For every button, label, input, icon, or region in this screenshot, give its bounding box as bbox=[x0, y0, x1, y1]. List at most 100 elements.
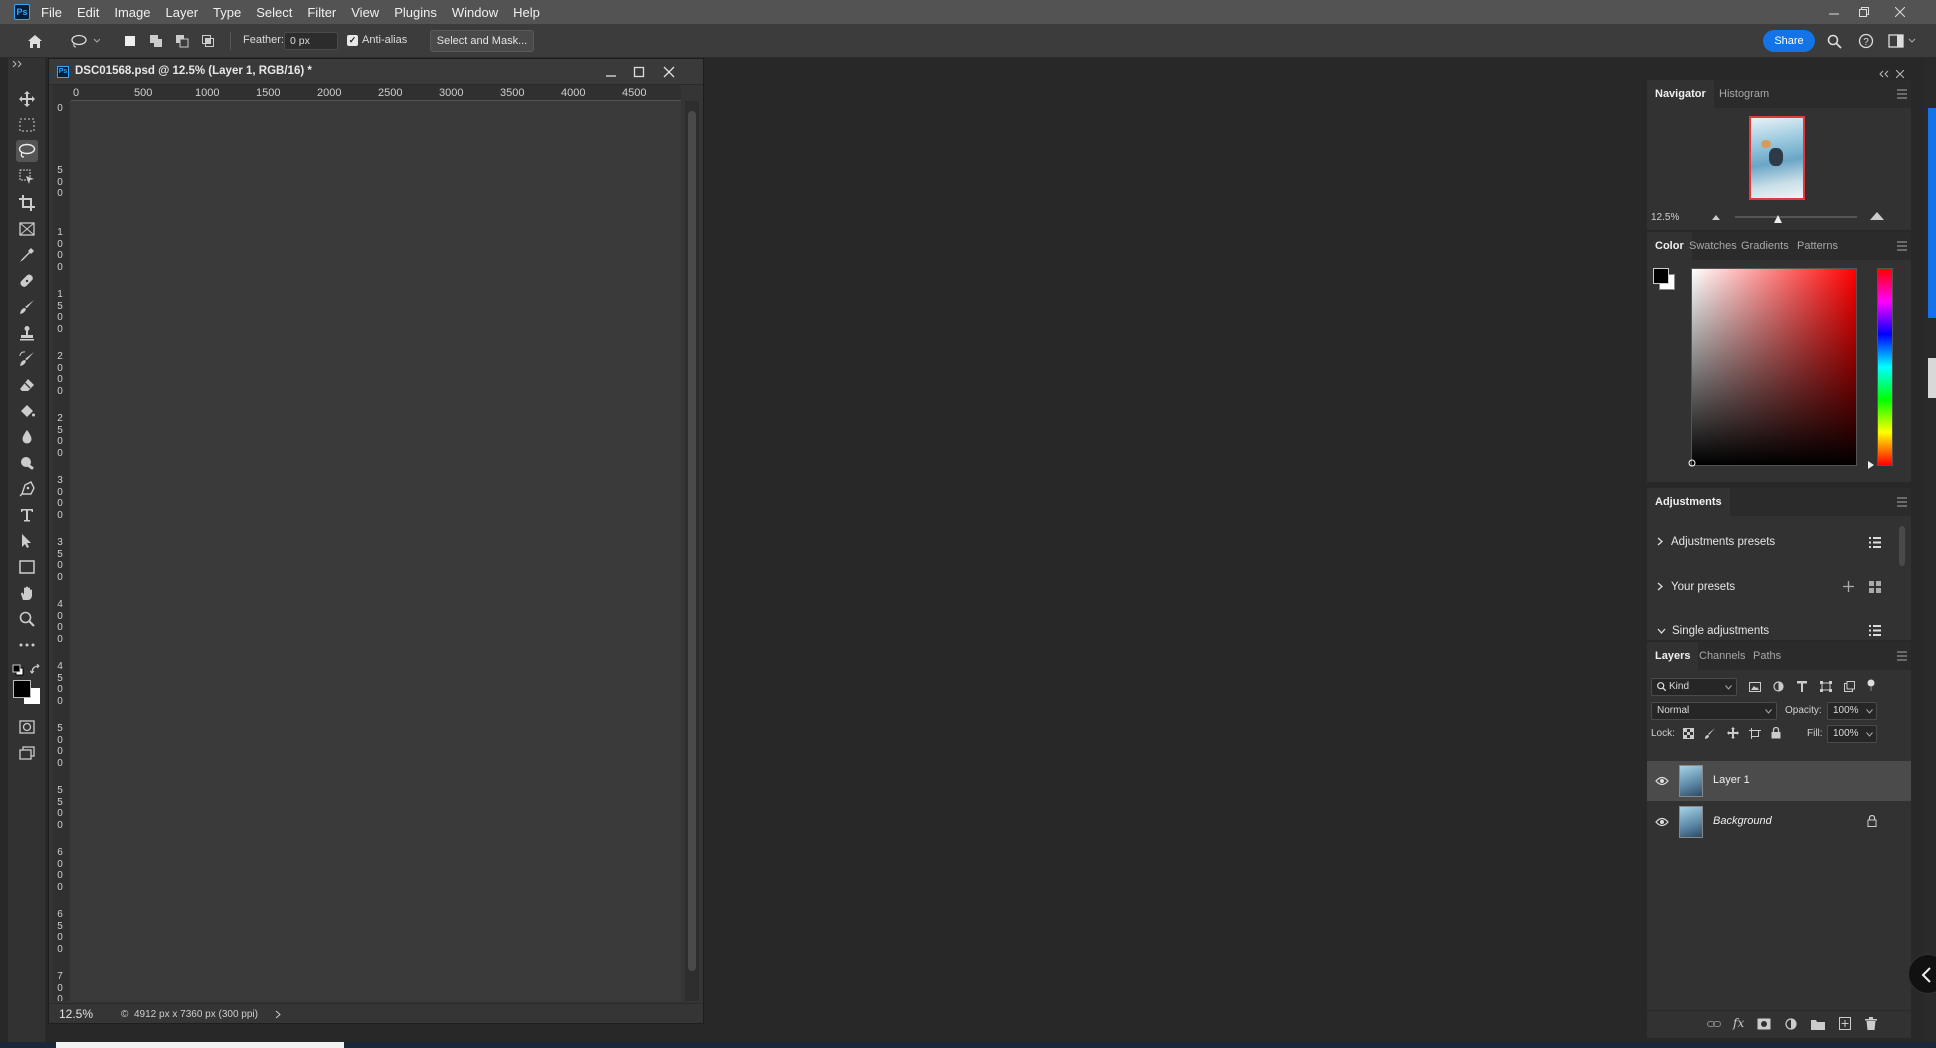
saturation-brightness-field[interactable] bbox=[1688, 268, 1857, 467]
swap-colors-icon[interactable] bbox=[30, 664, 42, 676]
workspace-button[interactable] bbox=[1887, 32, 1917, 50]
doc-minimize-icon[interactable] bbox=[605, 68, 617, 78]
select-and-mask-button[interactable]: Select and Mask... bbox=[430, 30, 534, 52]
move-tool[interactable] bbox=[16, 88, 38, 110]
layer-name[interactable]: Layer 1 bbox=[1713, 774, 1750, 786]
layer-filter-dropdown[interactable]: Kind bbox=[1651, 678, 1737, 696]
link-layers-icon[interactable] bbox=[1707, 1020, 1721, 1028]
your-presets-row[interactable]: Your presets bbox=[1657, 581, 1735, 593]
lock-image-pixels-icon[interactable] bbox=[1705, 728, 1716, 739]
screen-mode-button[interactable] bbox=[16, 742, 38, 764]
new-adjustment-layer-icon[interactable] bbox=[1785, 1018, 1797, 1030]
marquee-tool[interactable] bbox=[16, 114, 38, 136]
close-panels-icon[interactable] bbox=[1896, 70, 1904, 78]
foreground-color-swatch[interactable] bbox=[13, 680, 31, 698]
type-tool[interactable] bbox=[16, 504, 38, 526]
tab-gradients[interactable]: Gradients bbox=[1733, 232, 1797, 260]
hue-slider[interactable] bbox=[1877, 268, 1893, 466]
object-selection-tool[interactable] bbox=[16, 166, 38, 188]
grid-view-icon[interactable] bbox=[1869, 581, 1881, 593]
menu-filter[interactable]: Filter bbox=[304, 5, 339, 20]
default-colors-icon[interactable] bbox=[12, 664, 24, 676]
crop-tool[interactable] bbox=[16, 192, 38, 214]
pen-tool[interactable] bbox=[16, 478, 38, 500]
quick-mask-button[interactable] bbox=[16, 716, 38, 738]
tab-navigator[interactable]: Navigator bbox=[1647, 80, 1714, 108]
eyedropper-tool[interactable] bbox=[16, 244, 38, 266]
shape-filter-icon[interactable] bbox=[1820, 681, 1832, 692]
share-button[interactable]: Share bbox=[1763, 30, 1815, 52]
zoom-out-icon[interactable] bbox=[1711, 213, 1721, 221]
navigator-preview-image[interactable] bbox=[1749, 116, 1805, 200]
hand-tool[interactable] bbox=[16, 582, 38, 604]
home-button[interactable] bbox=[26, 32, 44, 50]
collapse-arrows-icon[interactable] bbox=[12, 60, 24, 68]
color-foreground-swatch[interactable] bbox=[1653, 268, 1669, 284]
tab-patterns[interactable]: Patterns bbox=[1789, 232, 1846, 260]
scroll-thumb[interactable] bbox=[688, 111, 696, 971]
lock-all-icon[interactable] bbox=[1771, 727, 1781, 739]
zoom-tool[interactable] bbox=[16, 608, 38, 630]
hue-slider-handle[interactable] bbox=[1867, 460, 1875, 470]
frame-tool[interactable] bbox=[16, 218, 38, 240]
feather-input[interactable]: 0 px bbox=[284, 32, 338, 50]
menu-layer[interactable]: Layer bbox=[163, 5, 202, 20]
help-button[interactable]: ? bbox=[1857, 32, 1875, 50]
search-button[interactable] bbox=[1825, 32, 1843, 50]
delete-layer-icon[interactable] bbox=[1865, 1017, 1877, 1030]
list-view-icon[interactable] bbox=[1869, 537, 1881, 548]
healing-brush-tool[interactable] bbox=[16, 270, 38, 292]
opacity-input[interactable]: 100% bbox=[1827, 702, 1877, 720]
intersect-selection-button[interactable] bbox=[199, 32, 217, 50]
panel-menu-icon[interactable] bbox=[1897, 241, 1907, 251]
menu-edit[interactable]: Edit bbox=[74, 5, 102, 20]
zoom-slider-track[interactable] bbox=[1735, 216, 1857, 218]
layer-effects-icon[interactable]: fx bbox=[1733, 1016, 1744, 1030]
paint-bucket-tool[interactable] bbox=[16, 400, 38, 422]
fill-input[interactable]: 100% bbox=[1827, 725, 1877, 743]
add-preset-icon[interactable] bbox=[1843, 581, 1854, 592]
type-filter-icon[interactable] bbox=[1797, 681, 1807, 692]
layer-row-background[interactable]: Background bbox=[1647, 802, 1911, 842]
vertical-ruler[interactable]: 0 500 1000 1500 2000 2500 3000 3500 4000 4500 5000… bbox=[53, 101, 69, 1001]
taskbar-search-box[interactable] bbox=[56, 1042, 344, 1048]
clone-stamp-tool[interactable] bbox=[16, 322, 38, 344]
lasso-tool[interactable] bbox=[16, 140, 38, 162]
dock-edge-handle[interactable] bbox=[1928, 358, 1936, 398]
collapse-panels-icon[interactable] bbox=[1878, 70, 1890, 78]
visibility-eye-icon[interactable] bbox=[1655, 816, 1669, 828]
menu-file[interactable]: File bbox=[38, 5, 65, 20]
brush-tool[interactable] bbox=[16, 296, 38, 318]
single-adjustments-row[interactable]: Single adjustments bbox=[1657, 625, 1769, 637]
menu-image[interactable]: Image bbox=[111, 5, 153, 20]
rectangle-tool[interactable] bbox=[16, 556, 38, 578]
adjustments-presets-row[interactable]: Adjustments presets bbox=[1657, 536, 1775, 548]
new-layer-icon[interactable] bbox=[1839, 1017, 1851, 1030]
add-to-selection-button[interactable] bbox=[147, 32, 165, 50]
path-selection-tool[interactable] bbox=[16, 530, 38, 552]
adjustments-scrollbar[interactable] bbox=[1899, 526, 1905, 566]
doc-maximize-icon[interactable] bbox=[633, 66, 645, 78]
menu-help[interactable]: Help bbox=[510, 5, 543, 20]
menu-select[interactable]: Select bbox=[253, 5, 295, 20]
list-view-icon[interactable] bbox=[1869, 625, 1881, 636]
document-tab[interactable]: Ps DSC01568.psd @ 12.5% (Layer 1, RGB/16… bbox=[49, 59, 703, 85]
lock-transparent-pixels-icon[interactable] bbox=[1683, 728, 1694, 739]
tool-preset-picker[interactable] bbox=[68, 32, 102, 50]
eraser-tool[interactable] bbox=[16, 374, 38, 396]
menu-view[interactable]: View bbox=[348, 5, 382, 20]
layer-name[interactable]: Background bbox=[1713, 815, 1772, 827]
history-brush-tool[interactable] bbox=[16, 348, 38, 370]
adjustment-filter-icon[interactable] bbox=[1773, 681, 1784, 692]
blend-mode-dropdown[interactable]: Normal bbox=[1651, 702, 1777, 720]
doc-close-icon[interactable] bbox=[663, 66, 675, 78]
tab-histogram[interactable]: Histogram bbox=[1711, 80, 1777, 108]
visibility-eye-icon[interactable] bbox=[1655, 775, 1669, 787]
new-group-icon[interactable] bbox=[1811, 1018, 1825, 1030]
panel-menu-icon[interactable] bbox=[1897, 651, 1907, 661]
blur-tool[interactable] bbox=[16, 426, 38, 448]
lock-position-icon[interactable] bbox=[1727, 727, 1739, 739]
menu-window[interactable]: Window bbox=[449, 5, 501, 20]
subtract-selection-button[interactable] bbox=[173, 32, 191, 50]
filter-toggle-icon[interactable] bbox=[1866, 679, 1876, 691]
